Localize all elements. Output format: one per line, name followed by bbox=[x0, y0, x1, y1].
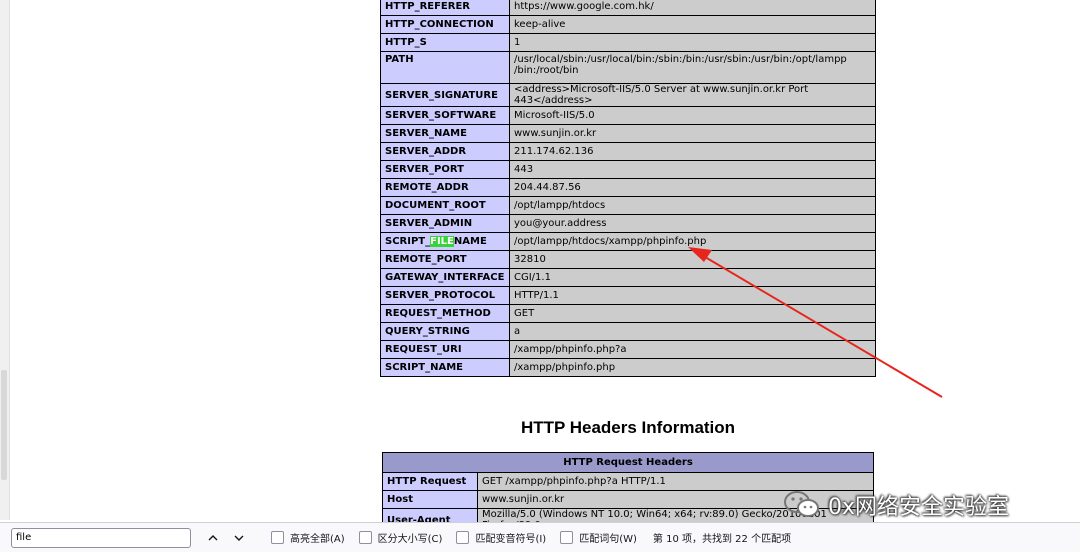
whole-words-checkbox[interactable]: 匹配词句(W) bbox=[560, 530, 637, 545]
table-row: SERVER_PROTOCOL HTTP/1.1 bbox=[380, 286, 876, 305]
table-row: SERVER_SIGNATURE <address>Microsoft-IIS/5… bbox=[380, 83, 876, 107]
table-row: SCRIPT_FILENAME/opt/lampp/htdocs/xampp/p… bbox=[380, 232, 876, 251]
find-status: 第 10 项，共找到 22 个匹配项 bbox=[652, 534, 792, 545]
environment-table: HTTP_REFERER https://www.google.com.hk/ H… bbox=[380, 0, 876, 377]
watermark-text: 0x网络安全实验室 bbox=[828, 495, 1010, 520]
table-row: SERVER_ADMIN you@your.address bbox=[380, 214, 876, 233]
table-header: HTTP Request Headers bbox=[382, 452, 874, 473]
table-row: DOCUMENT_ROOT/opt/lampp/htdocs bbox=[380, 196, 876, 215]
table-row: HTTP_S 1 bbox=[380, 33, 876, 52]
checkbox-box[interactable] bbox=[456, 531, 470, 544]
table-row: PATH/usr/local/sbin:/usr/local/bin:/sbin… bbox=[380, 51, 876, 84]
row-value: /usr/local/sbin:/usr/local/bin:/sbin:/bi… bbox=[509, 51, 876, 84]
row-key: SERVER_PORT bbox=[380, 160, 510, 179]
highlight-all-checkbox[interactable]: 高亮全部(A) bbox=[271, 530, 345, 545]
table-row: SERVER_PORT 443 bbox=[380, 160, 876, 179]
match-diacritics-checkbox[interactable]: 匹配变音符号(I) bbox=[456, 530, 546, 545]
key-suffix: NAME bbox=[453, 236, 487, 247]
row-key-script-filename: SCRIPT_FILENAME bbox=[380, 232, 510, 251]
table-row: SERVER_SOFTWARE Microsoft-IIS/5.0 bbox=[380, 106, 876, 125]
row-value: 1 bbox=[509, 33, 876, 52]
row-value: 32810 bbox=[509, 250, 876, 269]
row-value: /opt/lampp/htdocs bbox=[509, 196, 876, 215]
row-value: https://www.google.com.hk/ bbox=[509, 0, 876, 16]
row-value: /xampp/phpinfo.php?a bbox=[509, 340, 876, 359]
checkbox-box[interactable] bbox=[560, 531, 574, 544]
row-key: PATH bbox=[380, 51, 510, 84]
scrollbar-thumb[interactable] bbox=[1, 370, 7, 480]
table-row: REMOTE_ADDR 204.44.87.56 bbox=[380, 178, 876, 197]
row-value: www.sunjin.or.kr bbox=[509, 124, 876, 143]
row-key: REQUEST_URI bbox=[380, 340, 510, 359]
row-key: HTTP_CONNECTION bbox=[380, 15, 510, 34]
row-key: HTTP_REFERER bbox=[380, 0, 510, 16]
row-key: HTTP Request bbox=[382, 472, 478, 491]
table-row: REQUEST_URI/xampp/phpinfo.php?a bbox=[380, 340, 876, 359]
table-row: SERVER_ADDR 211.174.62.136 bbox=[380, 142, 876, 161]
search-match-highlight: FILE bbox=[430, 236, 454, 247]
chevron-down-icon bbox=[234, 535, 244, 541]
row-key: REMOTE_PORT bbox=[380, 250, 510, 269]
row-key: GATEWAY_INTERFACE bbox=[380, 268, 510, 287]
table-row: HTTP_CONNECTION keep-alive bbox=[380, 15, 876, 34]
row-value: /xampp/phpinfo.php bbox=[509, 358, 876, 377]
checkbox-box[interactable] bbox=[271, 531, 284, 544]
table-row: QUERY_STRING a bbox=[380, 322, 876, 341]
table-row: REQUEST_METHOD GET bbox=[380, 304, 876, 323]
find-previous-button[interactable] bbox=[201, 527, 225, 549]
row-key: REMOTE_ADDR bbox=[380, 178, 510, 197]
row-value: <address>Microsoft-IIS/5.0 Server at www… bbox=[509, 83, 876, 107]
path-line-2: /bin:/root/bin bbox=[514, 65, 579, 76]
whole-words-label: 匹配词句(W) bbox=[579, 534, 637, 545]
find-next-button[interactable] bbox=[227, 527, 251, 549]
row-key: SERVER_ADMIN bbox=[380, 214, 510, 233]
table-row: HTTP_REFERER https://www.google.com.hk/ bbox=[380, 0, 876, 16]
match-diacritics-label: 匹配变音符号(I) bbox=[475, 534, 547, 545]
path-line-1: /usr/local/sbin:/usr/local/bin:/sbin:/bi… bbox=[514, 54, 847, 65]
table-row: REMOTE_PORT 32810 bbox=[380, 250, 876, 269]
row-key: Host bbox=[382, 490, 478, 509]
checkbox-box[interactable] bbox=[358, 531, 372, 544]
row-value: 204.44.87.56 bbox=[509, 178, 876, 197]
row-key: SERVER_SOFTWARE bbox=[380, 106, 510, 125]
row-value: CGI/1.1 bbox=[509, 268, 876, 287]
row-value: /opt/lampp/htdocs/xampp/phpinfo.php bbox=[509, 232, 876, 251]
row-key: DOCUMENT_ROOT bbox=[380, 196, 510, 215]
find-bar: 高亮全部(A) 区分大小写(C) 匹配变音符号(I) 匹配词句(W) 第 10 … bbox=[0, 522, 1080, 552]
row-value: 443 bbox=[509, 160, 876, 179]
table-row: GATEWAY_INTERFACE CGI/1.1 bbox=[380, 268, 876, 287]
match-case-checkbox[interactable]: 区分大小写(C) bbox=[358, 530, 443, 545]
match-case-label: 区分大小写(C) bbox=[377, 534, 443, 545]
key-prefix: SCRIPT_ bbox=[385, 236, 431, 247]
table-row: SCRIPT_NAME/xampp/phpinfo.php bbox=[380, 358, 876, 377]
table-row: SERVER_NAME www.sunjin.or.kr bbox=[380, 124, 876, 143]
row-value: a bbox=[509, 322, 876, 341]
row-key: SERVER_PROTOCOL bbox=[380, 286, 510, 305]
find-input[interactable] bbox=[11, 527, 191, 548]
row-key: QUERY_STRING bbox=[380, 322, 510, 341]
row-value: Microsoft-IIS/5.0 bbox=[509, 106, 876, 125]
row-value: you@your.address bbox=[509, 214, 876, 233]
row-key: SCRIPT_NAME bbox=[380, 358, 510, 377]
row-key: SERVER_ADDR bbox=[380, 142, 510, 161]
left-scrollbar[interactable] bbox=[0, 0, 10, 520]
row-value: keep-alive bbox=[509, 15, 876, 34]
chevron-up-icon bbox=[208, 534, 218, 540]
highlight-all-label: 高亮全部(A) bbox=[290, 534, 345, 545]
row-key: SERVER_SIGNATURE bbox=[380, 83, 510, 107]
row-value: HTTP/1.1 bbox=[509, 286, 876, 305]
watermark: 0x网络安全实验室 bbox=[782, 488, 1009, 522]
section-title: HTTP Headers Information bbox=[520, 418, 736, 437]
row-key: SERVER_NAME bbox=[380, 124, 510, 143]
row-value: GET bbox=[509, 304, 876, 323]
row-value: 211.174.62.136 bbox=[509, 142, 876, 161]
row-key: REQUEST_METHOD bbox=[380, 304, 510, 323]
row-key: HTTP_S bbox=[380, 33, 510, 52]
wechat-icon bbox=[784, 491, 819, 517]
